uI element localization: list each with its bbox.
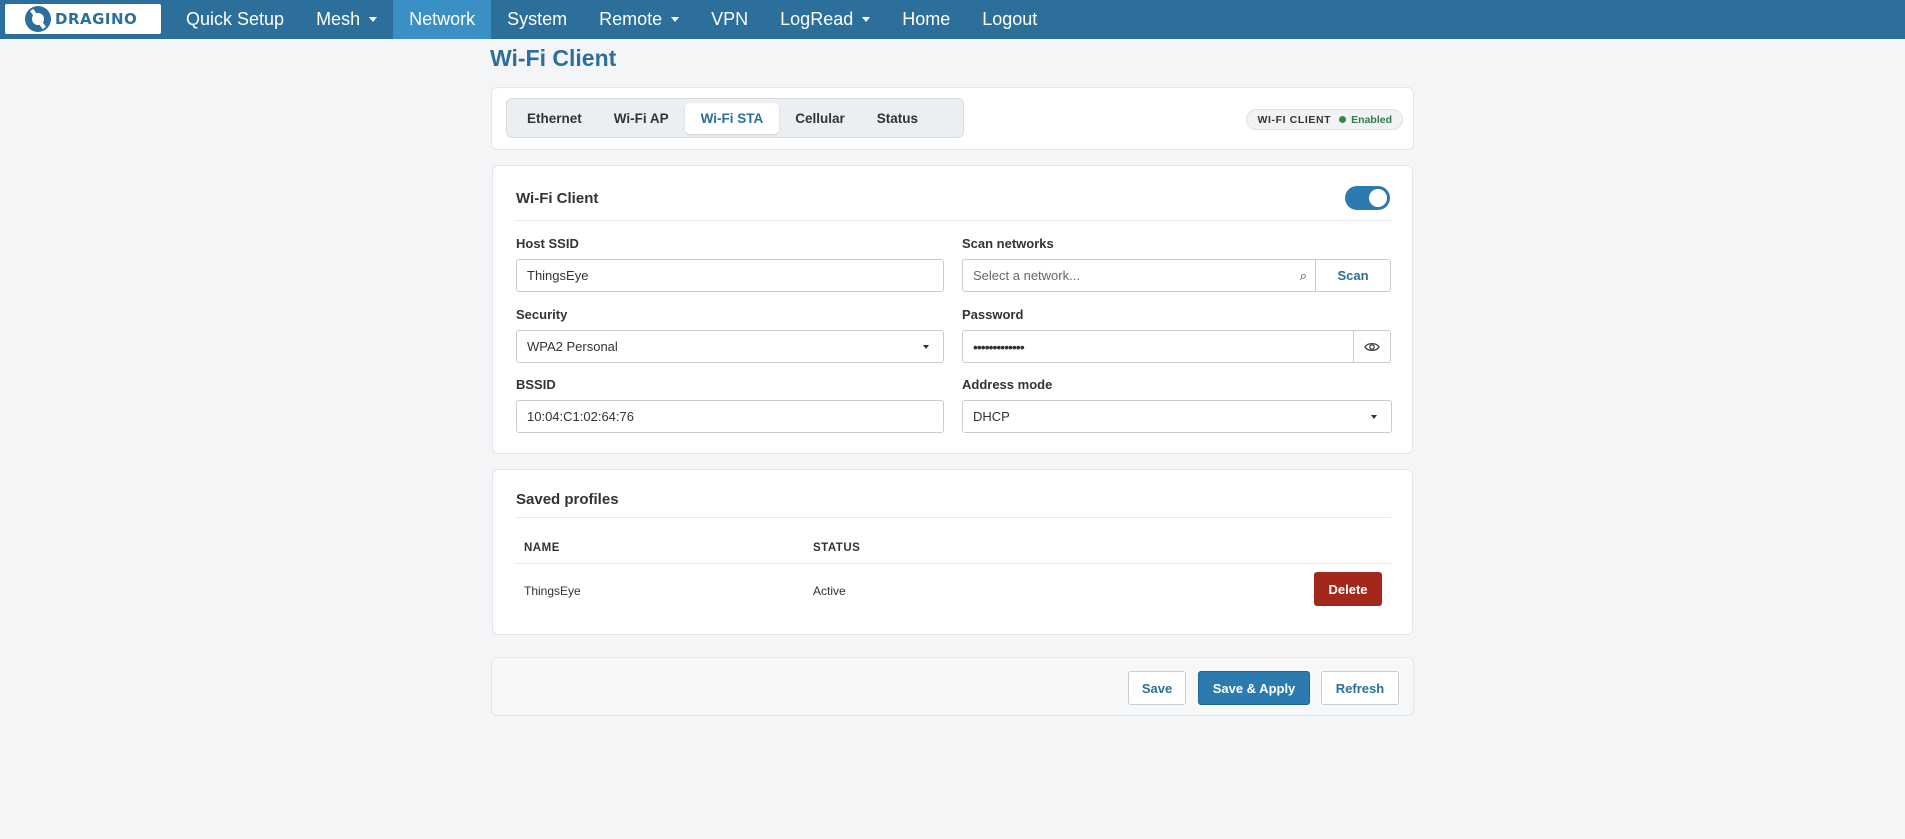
tab-ethernet[interactable]: Ethernet [511, 103, 598, 134]
nav-item-label: Network [409, 9, 476, 29]
search-icon: ⌕ [1299, 268, 1307, 283]
host-ssid-input[interactable]: ThingsEye [516, 259, 944, 292]
scan-button[interactable]: Scan [1315, 259, 1391, 292]
nav-item-label: LogRead [780, 9, 854, 29]
chevron-down-icon [923, 345, 929, 349]
caret-down-icon [671, 17, 680, 22]
dragino-logo-icon [25, 6, 51, 32]
nav-item-logout[interactable]: Logout [966, 0, 1053, 39]
status-dot-icon [1339, 116, 1347, 123]
section-title-wifi-client: Wi-Fi Client [516, 190, 599, 207]
eye-icon [1364, 342, 1380, 351]
password-value: ••••••••••••• [973, 338, 1025, 355]
status-badge-label: WI-FI CLIENT [1257, 113, 1332, 126]
password-input[interactable]: ••••••••••••• [962, 330, 1354, 363]
actions-bar: Save Save & Apply Refresh [491, 657, 1414, 716]
address-mode-select[interactable]: DHCP [962, 400, 1392, 433]
saved-profiles-card: Saved profiles NAME STATUS ThingsEye Act… [492, 469, 1413, 635]
nav-item-home[interactable]: Home [886, 0, 966, 39]
scan-network-select[interactable]: Select a network... ⌕ [962, 259, 1316, 292]
show-password-button[interactable] [1353, 330, 1391, 363]
nav-item-label: Remote [599, 9, 663, 29]
section-title-saved-profiles: Saved profiles [516, 491, 619, 508]
status-badge: WI-FI CLIENT Enabled [1246, 109, 1403, 130]
nav-item-network[interactable]: Network [393, 0, 492, 39]
divider [516, 220, 1391, 221]
nav-menu: Quick Setup Mesh Network System Remote V… [170, 0, 1053, 39]
chevron-down-icon [1371, 415, 1377, 419]
tab-cellular[interactable]: Cellular [779, 103, 861, 134]
security-value: WPA2 Personal [527, 339, 618, 354]
nav-item-logread[interactable]: LogRead [764, 0, 886, 39]
profile-status: Active [813, 584, 846, 598]
scan-network-placeholder: Select a network... [973, 268, 1080, 283]
divider [516, 517, 1391, 518]
wifi-client-card: Wi-Fi Client Host SSID ThingsEye Scan ne… [492, 165, 1413, 454]
nav-item-label: Logout [982, 9, 1038, 29]
column-header-status: STATUS [813, 542, 861, 554]
scan-networks-label: Scan networks [962, 236, 1054, 251]
bssid-label: BSSID [516, 377, 556, 392]
nav-item-label: Quick Setup [186, 9, 285, 29]
nav-item-label: Home [902, 9, 951, 29]
nav-item-vpn[interactable]: VPN [695, 0, 764, 39]
page-title: Wi-Fi Client [490, 45, 617, 71]
brand-name: DRAGINO [55, 10, 138, 28]
address-mode-value: DHCP [973, 409, 1010, 424]
wifi-client-toggle[interactable] [1345, 186, 1390, 210]
column-header-name: NAME [524, 542, 560, 554]
bssid-input[interactable]: 10:04:C1:02:64:76 [516, 400, 944, 433]
nav-item-quick-setup[interactable]: Quick Setup [170, 0, 300, 39]
tab-wifi-sta[interactable]: Wi-Fi STA [684, 102, 780, 134]
security-select[interactable]: WPA2 Personal [516, 330, 944, 363]
security-label: Security [516, 307, 568, 322]
profile-name: ThingsEye [524, 584, 581, 598]
delete-profile-button[interactable]: Delete [1314, 572, 1382, 606]
nav-item-label: System [507, 9, 568, 29]
tab-status[interactable]: Status [861, 103, 934, 134]
caret-down-icon [369, 17, 378, 22]
table-header-divider [516, 563, 1391, 564]
address-mode-label: Address mode [962, 377, 1053, 392]
password-label: Password [962, 307, 1024, 322]
toggle-knob [1369, 189, 1387, 207]
nav-item-mesh[interactable]: Mesh [300, 0, 393, 39]
tab-wifi-ap[interactable]: Wi-Fi AP [598, 103, 685, 134]
save-button[interactable]: Save [1128, 671, 1186, 705]
status-badge-value: Enabled [1351, 113, 1392, 126]
brand-logo[interactable]: DRAGINO [5, 4, 161, 34]
refresh-button[interactable]: Refresh [1321, 671, 1399, 705]
tabs-card: Ethernet Wi-Fi AP Wi-Fi STA Cellular Sta… [491, 87, 1414, 150]
nav-item-label: VPN [711, 9, 749, 29]
save-apply-button[interactable]: Save & Apply [1198, 671, 1310, 705]
network-tabs: Ethernet Wi-Fi AP Wi-Fi STA Cellular Sta… [506, 98, 964, 138]
host-ssid-label: Host SSID [516, 236, 579, 251]
caret-down-icon [862, 17, 871, 22]
nav-item-system[interactable]: System [491, 0, 583, 39]
nav-item-remote[interactable]: Remote [583, 0, 695, 39]
nav-item-label: Mesh [316, 9, 361, 29]
top-navbar: DRAGINO Quick Setup Mesh Network System … [0, 0, 1905, 39]
